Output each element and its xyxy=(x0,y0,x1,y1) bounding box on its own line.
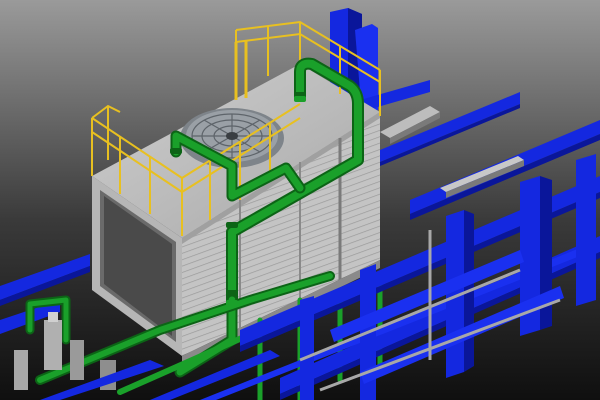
cad-viewport xyxy=(0,0,600,400)
cooling-tower-render xyxy=(0,0,600,400)
